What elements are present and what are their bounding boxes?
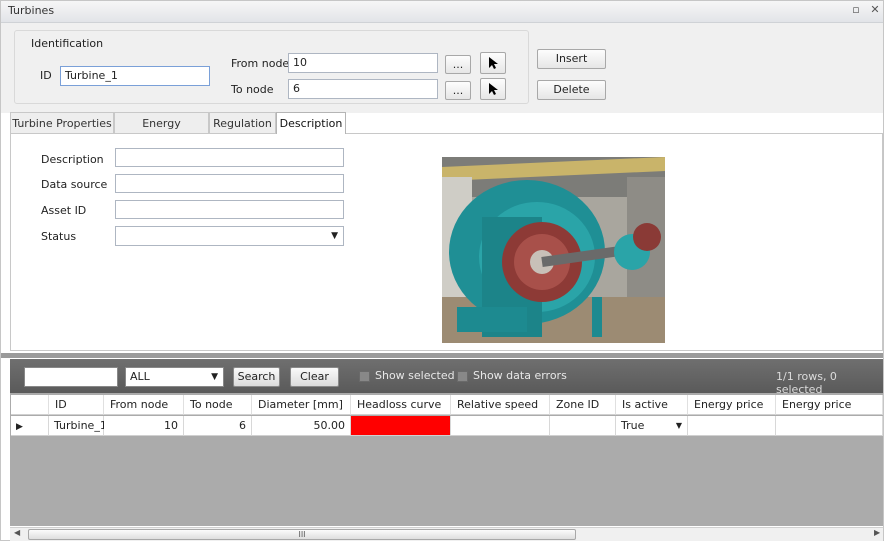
scroll-left-icon[interactable]: ◀ <box>14 528 20 537</box>
cell-is-active[interactable]: True ▼ <box>616 416 688 436</box>
column-header-relative-speed[interactable]: Relative speed <box>451 395 550 415</box>
clear-button[interactable]: Clear <box>290 367 339 387</box>
id-label: ID <box>40 69 52 82</box>
cell-zone-id[interactable] <box>550 416 616 436</box>
chevron-down-icon: ▼ <box>331 231 338 241</box>
filter-value: ALL <box>130 370 150 383</box>
pointer-icon <box>489 57 498 69</box>
from-node-browse-button[interactable]: ... <box>445 55 471 74</box>
is-active-value: True <box>621 419 645 432</box>
insert-button[interactable]: Insert <box>537 49 606 69</box>
cell-diameter[interactable]: 50.00 <box>252 416 351 436</box>
to-node-label: To node <box>231 83 274 96</box>
column-header-id[interactable]: ID <box>49 395 104 415</box>
row-selector[interactable]: ▶ <box>11 416 49 436</box>
description-label: Description <box>41 153 104 166</box>
cell-to-node[interactable]: 6 <box>184 416 252 436</box>
filter-select[interactable]: ALL ▼ <box>125 367 224 387</box>
restore-icon[interactable]: ▫ <box>849 3 863 17</box>
data-source-label: Data source <box>41 178 108 191</box>
column-header-diameter[interactable]: Diameter [mm] <box>252 395 351 415</box>
to-node-field[interactable]: 6 <box>288 79 438 99</box>
delete-button[interactable]: Delete <box>537 80 606 100</box>
column-header-from-node[interactable]: From node <box>104 395 184 415</box>
description-field[interactable] <box>115 148 344 167</box>
tab-regulation[interactable]: Regulation <box>209 112 276 133</box>
show-selected-label: Show selected <box>375 369 455 382</box>
status-select[interactable]: ▼ <box>115 226 344 246</box>
show-selected-checkbox[interactable] <box>359 371 370 382</box>
title-bar <box>1 1 883 23</box>
cell-id[interactable]: Turbine_1 <box>49 416 107 436</box>
window-title: Turbines <box>8 4 55 17</box>
from-node-field[interactable]: 10 <box>288 53 438 73</box>
close-icon[interactable]: ✕ <box>868 3 882 17</box>
scrollbar-thumb[interactable]: III <box>28 529 576 540</box>
search-button[interactable]: Search <box>233 367 280 387</box>
splitter[interactable] <box>1 353 883 358</box>
cell-energy-price-pattern[interactable] <box>776 416 883 436</box>
current-row-icon: ▶ <box>16 422 23 432</box>
turbine-photo-art <box>442 157 665 343</box>
tab-energy-generate[interactable]: Energy Generate <box>114 112 209 151</box>
row-header-corner <box>11 395 49 415</box>
column-header-headloss-curve[interactable]: Headloss curve <box>351 395 451 415</box>
to-node-browse-button[interactable]: ... <box>445 81 471 100</box>
from-node-label: From node <box>231 57 290 70</box>
tab-turbine-properties[interactable]: Turbine Properties <box>10 112 114 133</box>
from-node-pick-button[interactable] <box>480 52 506 74</box>
show-data-errors-label: Show data errors <box>473 369 567 382</box>
column-header-energy-price-pattern[interactable]: Energy price pattern <box>776 395 883 431</box>
cell-headloss-curve-error[interactable] <box>351 416 451 436</box>
identification-group-label: Identification <box>28 37 107 50</box>
column-header-to-node[interactable]: To node <box>184 395 252 415</box>
turbine-photo <box>442 157 665 343</box>
column-header-energy-price[interactable]: Energy price <box>688 395 776 415</box>
cell-from-node[interactable]: 10 <box>104 416 184 436</box>
chevron-down-icon: ▼ <box>675 421 682 430</box>
scrollbar-grip: III <box>298 530 306 539</box>
pointer-icon <box>489 83 498 95</box>
chevron-down-icon: ▼ <box>211 372 218 382</box>
id-field[interactable]: Turbine_1 <box>60 66 210 86</box>
cell-relative-speed[interactable] <box>451 416 550 436</box>
to-node-pick-button[interactable] <box>480 78 506 100</box>
scroll-right-icon[interactable]: ▶ <box>874 528 880 537</box>
column-header-is-active[interactable]: Is active <box>616 395 688 415</box>
data-source-field[interactable] <box>115 174 344 193</box>
show-data-errors-checkbox[interactable] <box>457 371 468 382</box>
cell-energy-price[interactable] <box>688 416 776 436</box>
asset-id-label: Asset ID <box>41 204 87 217</box>
tab-description[interactable]: Description <box>276 112 346 134</box>
asset-id-field[interactable] <box>115 200 344 219</box>
status-label: Status <box>41 230 77 243</box>
grid-search-input[interactable] <box>24 367 118 387</box>
column-header-zone-id[interactable]: Zone ID <box>550 395 616 415</box>
